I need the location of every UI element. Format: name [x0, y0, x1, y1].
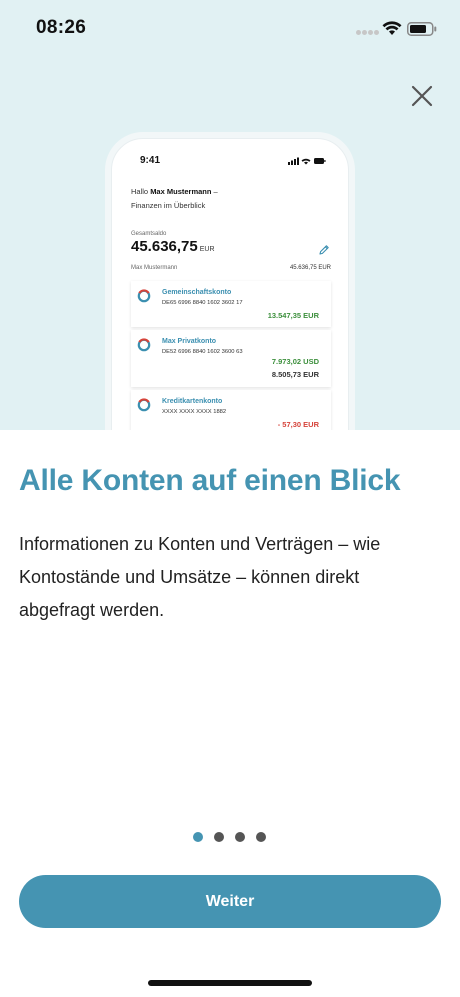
owner-summary-row: Max Mustermann 45.636,75 EUR [131, 265, 331, 271]
account-iban: DE52 6996 8840 1602 3600 63 [162, 349, 243, 355]
account-card: Max Privatkonto DE52 6996 8840 1602 3600… [131, 330, 331, 387]
phone-mockup: 9:41 Hallo Max Mustermann – Finanzen im … [111, 138, 349, 430]
page-dot-3[interactable] [235, 832, 245, 842]
account-name: Gemeinschaftskonto [162, 289, 232, 296]
close-icon[interactable] [406, 80, 438, 112]
page-dot-2[interactable] [214, 832, 224, 842]
owner-total: 45.636,75 EUR [289, 265, 331, 271]
account-balance-eur: 8.505,73 EUR [271, 370, 319, 379]
account-iban: XXXX XXXX XXXX 1882 [162, 409, 227, 415]
greeting-name: Max Mustermann [150, 187, 212, 196]
bank-logo-icon [137, 398, 151, 412]
account-card: Gemeinschaftskonto DE65 6996 8840 1602 3… [131, 281, 331, 327]
pencil-icon [319, 245, 329, 255]
account-iban: DE65 6996 8840 1602 3602 17 [162, 300, 243, 306]
status-bar: 08:26 [0, 0, 460, 60]
account-card: Kreditkartenkonto XXXX XXXX XXXX 1882 - … [131, 390, 331, 430]
status-time: 08:26 [36, 17, 87, 38]
phone-status-time: 9:41 [140, 155, 161, 166]
account-name: Max Privatkonto [162, 338, 217, 345]
cellular-signal-icon [356, 30, 379, 36]
page-indicator [193, 832, 269, 842]
account-name: Kreditkartenkonto [162, 398, 223, 405]
battery-icon [407, 22, 437, 36]
total-balance-label: Gesamtsaldo [131, 231, 167, 237]
phone-status-icons [288, 157, 326, 165]
hero-illustration-area: 08:26 9:41 Hallo Max Mustermann – Finanz… [0, 0, 460, 430]
account-balance: 13.547,35 EUR [267, 311, 319, 320]
account-balance-usd: 7.973,02 USD [271, 357, 319, 366]
total-balance: 45.636,75 EUR [131, 238, 215, 255]
bank-logo-icon [137, 289, 151, 303]
greeting: Hallo Max Mustermann – Finanzen im Überb… [131, 187, 218, 210]
onboarding-description: Informationen zu Konten und Verträgen – … [19, 534, 381, 620]
greeting-subtitle: Finanzen im Überblick [131, 201, 206, 210]
owner-name: Max Mustermann [131, 265, 178, 271]
bank-logo-icon [137, 338, 151, 352]
page-dot-1[interactable] [193, 832, 203, 842]
onboarding-headline: Alle Konten auf einen Blick [19, 464, 401, 497]
next-button[interactable]: Weiter [19, 875, 441, 928]
wifi-icon [382, 21, 402, 35]
account-balance: - 57,30 EUR [277, 420, 319, 429]
page-dot-4[interactable] [256, 832, 266, 842]
home-indicator[interactable] [148, 980, 312, 986]
